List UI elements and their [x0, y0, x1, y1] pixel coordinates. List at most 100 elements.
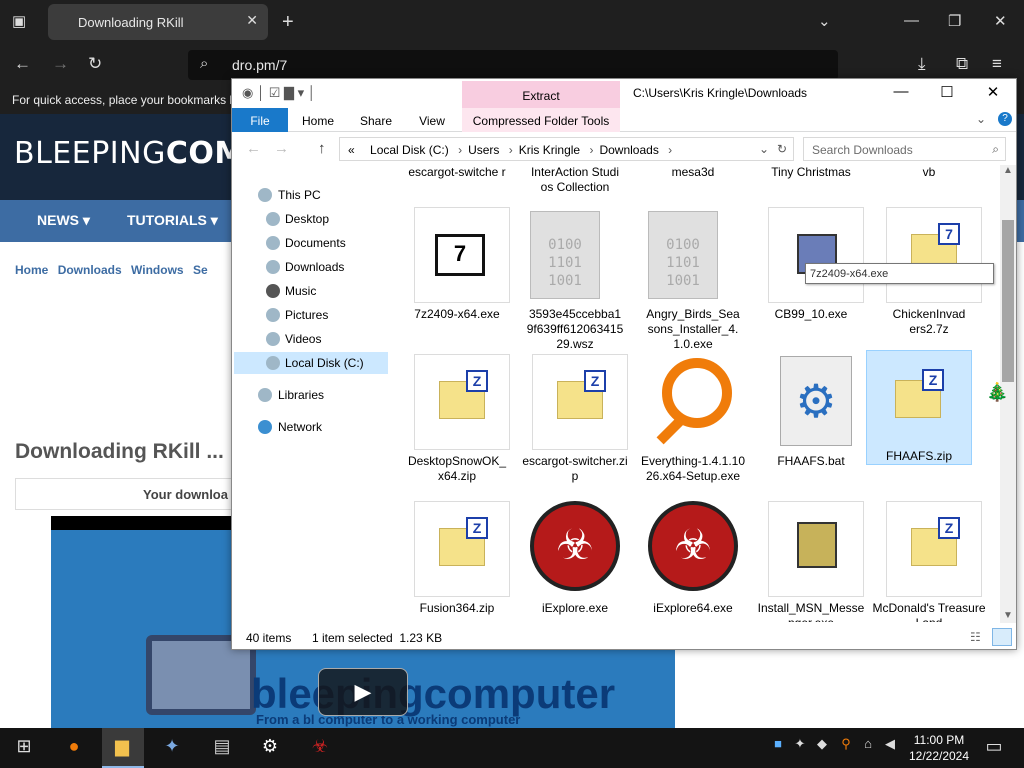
zip-icon: 7 [886, 207, 982, 303]
crumb-security[interactable]: Se [193, 263, 208, 277]
settings-icon[interactable]: ⚙ [258, 736, 282, 760]
rkill-icon[interactable]: ☣ [308, 736, 332, 760]
tab-file[interactable]: File [232, 108, 288, 132]
large-icons-view-icon[interactable] [992, 628, 1012, 646]
address-bar[interactable]: « Local Disk (C:) › Users › Kris Kringle ›… [339, 137, 794, 161]
app-icon[interactable]: ✦ [160, 736, 184, 760]
explorer-close-button[interactable]: ✕ [970, 81, 1016, 107]
download-icon[interactable]: ⤓ [918, 54, 926, 74]
notifications-icon[interactable]: ▭ [982, 736, 1006, 760]
tab-view[interactable]: View [408, 108, 456, 132]
tray-search-icon[interactable]: ⚲ [834, 736, 858, 760]
browser-tab[interactable]: Downloading RKill ✕ [48, 4, 268, 40]
tab-home[interactable]: Home [294, 108, 342, 132]
crumb-downloads[interactable]: Downloads [58, 263, 122, 277]
file-item[interactable]: 7 7z2409-x64.exe [398, 207, 516, 354]
nav-desktop[interactable]: Desktop [234, 208, 388, 230]
maximize-button[interactable]: ❐ [948, 12, 961, 30]
tab-close-icon[interactable]: ✕ [246, 12, 258, 29]
file-item[interactable]: Z Fusion364.zip [398, 501, 516, 622]
tray-drop-icon[interactable]: ◆ [810, 736, 834, 760]
file-item[interactable]: InterAction Studios Collection [516, 165, 634, 201]
explorer-maximize-button[interactable]: ☐ [924, 81, 970, 107]
file-item[interactable]: Z McDonald's Treasure Land [870, 501, 988, 622]
nav-network[interactable]: Network [234, 416, 388, 438]
nav-documents[interactable]: Documents [234, 232, 388, 254]
pictures-icon [266, 308, 280, 322]
nav-local-disk[interactable]: Local Disk (C:) [234, 352, 388, 374]
file-item[interactable]: Z escargot-switcher.zip [516, 354, 634, 501]
firefox-icon[interactable]: ● [62, 736, 86, 760]
file-item[interactable]: mesa3d [634, 165, 752, 201]
tooltip: 7z2409-x64.exe [805, 263, 994, 284]
network-tray-icon[interactable]: ⌂ [856, 736, 880, 760]
file-item-selected[interactable]: Z FHAAFS.zip [866, 350, 972, 465]
file-explorer-icon[interactable]: ▆ [110, 736, 134, 760]
help-icon[interactable]: ? [998, 112, 1012, 126]
nav-pictures[interactable]: Pictures [234, 304, 388, 326]
quick-access-toolbar[interactable]: ◉ │ ☑ ▇ ▾ │ [242, 85, 316, 101]
file-item[interactable]: Z DesktopSnowOK_x64.zip [398, 354, 516, 501]
explorer-minimize-button[interactable]: — [878, 81, 924, 107]
file-item[interactable]: ☣ iExplore.exe [516, 501, 634, 622]
refresh-icon[interactable]: ↻ [777, 142, 787, 156]
tab-share[interactable]: Share [352, 108, 400, 132]
file-item[interactable]: 0100 1101 1001 Angry_Birds_Seasons_Install… [634, 207, 752, 354]
tab-overview-icon[interactable]: ▣ [12, 12, 26, 30]
volume-icon[interactable]: ◀ [878, 736, 902, 760]
tab-list-icon[interactable]: ⌄ [818, 12, 831, 30]
ribbon-expand-icon[interactable]: ⌄ [976, 112, 986, 126]
file-item[interactable]: Tiny Christmas [752, 165, 870, 201]
navigation-pane: This PC Desktop Documents Downloads Musi… [232, 174, 392, 624]
scroll-up-icon[interactable]: ▲ [1003, 165, 1013, 176]
tray-icon[interactable]: ■ [766, 736, 790, 760]
nav-tutorials[interactable]: TUTORIALS ▾ [127, 212, 218, 229]
nav-label: Videos [285, 332, 322, 346]
tab-compressed-folder-tools[interactable]: Compressed Folder Tools [462, 108, 620, 132]
scrollbar-thumb[interactable] [1002, 220, 1014, 382]
details-view-icon[interactable]: ☷ [970, 630, 981, 644]
menu-icon[interactable]: ≡ [992, 54, 1002, 74]
crumb-windows[interactable]: Windows [131, 263, 184, 277]
address-segment[interactable]: Downloads [599, 143, 658, 157]
address-dropdown-icon[interactable]: ⌄ [759, 142, 769, 156]
file-item[interactable]: escargot-switche r [398, 165, 516, 201]
biohazard-icon: ☣ [530, 501, 620, 591]
nav-this-pc[interactable]: This PC [234, 184, 388, 206]
minimize-button[interactable]: — [904, 12, 919, 29]
forward-icon[interactable]: → [52, 54, 69, 74]
crumb-home[interactable]: Home [15, 263, 48, 277]
reload-icon[interactable]: ↻ [88, 54, 102, 74]
nav-music[interactable]: Music [234, 280, 388, 302]
file-item[interactable]: ⚙ FHAAFS.bat [752, 354, 870, 501]
tray-app-icon[interactable]: ✦ [788, 736, 812, 760]
extract-context-tab[interactable]: Extract [462, 81, 620, 108]
file-item[interactable]: Everything-1.4.1.1026.x64-Setup.exe [634, 354, 752, 501]
address-segment[interactable]: Local Disk (C:) [370, 143, 449, 157]
url-bar[interactable]: ⌕ dro.pm/7 [188, 50, 838, 80]
file-item[interactable]: Install_MSN_Messenger.exe [752, 501, 870, 622]
nav-libraries[interactable]: Libraries [234, 384, 388, 406]
play-button[interactable]: ▶ [318, 668, 408, 716]
extensions-icon[interactable]: ⧉ [956, 54, 968, 74]
address-segment[interactable]: Users [468, 143, 499, 157]
start-icon[interactable]: ⊞ [12, 736, 36, 760]
clock[interactable]: 11:00 PM 12/22/2024 [902, 732, 976, 764]
nav-news[interactable]: NEWS ▾ [37, 212, 90, 229]
close-button[interactable]: ✕ [994, 12, 1007, 30]
nav-downloads[interactable]: Downloads [234, 256, 388, 278]
back-icon[interactable]: ← [14, 54, 31, 74]
nav-videos[interactable]: Videos [234, 328, 388, 350]
file-item[interactable]: ☣ iExplore64.exe [634, 501, 752, 622]
desktop-icon [266, 212, 280, 226]
scroll-down-icon[interactable]: ▼ [1003, 610, 1013, 621]
up-icon[interactable]: ↑ [318, 140, 326, 157]
new-tab-button[interactable]: + [282, 11, 294, 34]
notepad-icon[interactable]: ▤ [210, 736, 234, 760]
file-item[interactable]: vb [870, 165, 988, 201]
explorer-back-icon[interactable]: ← [246, 140, 261, 157]
explorer-forward-icon[interactable]: → [274, 140, 289, 157]
search-input[interactable]: Search Downloads ⌕ [803, 137, 1006, 161]
address-segment[interactable]: Kris Kringle [519, 143, 580, 157]
file-item[interactable]: 0100 1101 1001 3593e45ccebba19f639ff612063… [516, 207, 634, 354]
